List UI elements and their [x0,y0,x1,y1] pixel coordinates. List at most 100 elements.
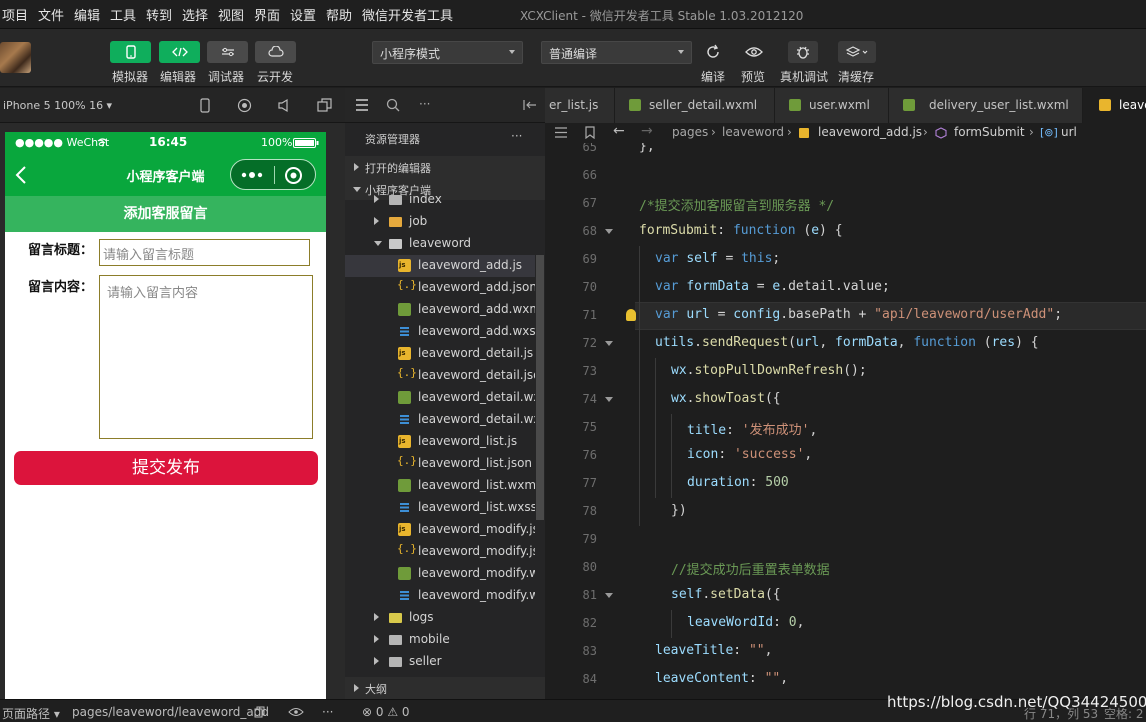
file-item[interactable]: leaveword_add.wxml [345,299,535,321]
open-editors-section[interactable]: 打开的编辑器 [345,156,545,178]
file-item[interactable]: leaveword_list.js [345,431,535,453]
phone-rotate-icon[interactable] [200,98,210,113]
more-icon[interactable]: ··· [419,97,430,111]
code-line[interactable]: wx.stopPullDownRefresh(); [671,363,867,378]
tab-seller-list-js[interactable]: er_list.js [545,88,615,123]
file-item[interactable]: leaveword_list.wxss [345,497,535,519]
preview-button[interactable] [739,41,769,63]
folder-item[interactable]: job [345,211,535,233]
explorer-scrollbar[interactable] [536,255,544,520]
code-line[interactable]: icon: 'success', [687,447,812,462]
lightbulb-icon[interactable] [626,309,636,321]
file-item[interactable]: leaveword_modify.js [345,519,535,541]
remote-debug-button[interactable] [788,41,818,63]
clear-cache-button[interactable] [838,41,876,63]
fold-chevron-icon[interactable] [605,229,613,234]
compile-button[interactable] [698,41,728,63]
code-line[interactable]: wx.showToast({ [671,391,781,406]
folder-item[interactable]: seller [345,651,535,673]
menu-interface[interactable]: 界面 [254,5,280,24]
file-item[interactable]: {.} leaveword_add.json [345,277,535,299]
explorer-more-icon[interactable]: ··· [511,129,522,143]
compile-mode-select[interactable]: 普通编译 [541,41,692,64]
code-line[interactable]: self.setData({ [671,587,781,602]
code-line[interactable]: var formData = e.detail.value; [655,279,890,294]
avatar[interactable] [0,42,31,73]
tab-user-wxml[interactable]: user.wxml [775,88,889,123]
file-item[interactable]: leaveword_detail.wx... [345,387,535,409]
eye-icon[interactable] [288,707,304,717]
code-line[interactable]: title: '发布成功', [687,419,817,438]
menu-wechat-devtools[interactable]: 微信开发者工具 [362,5,453,24]
file-item[interactable]: leaveword_detail.wxss [345,409,535,431]
code-line[interactable]: }) [671,503,687,518]
tab-delivery-user-list-wxml[interactable]: delivery_user_list.wxml [889,88,1083,123]
breadcrumb-pages[interactable]: pages [672,125,708,139]
folder-item[interactable]: leaveword [345,233,535,255]
file-item[interactable]: {.}leaveword_detail.json [345,365,535,387]
file-item[interactable]: leaveword_add.wxss [345,321,535,343]
code-line[interactable]: leaveTitle: "", [655,643,772,658]
file-item[interactable]: leaveword_detail.js [345,343,535,365]
window-detach-icon[interactable] [317,98,332,112]
file-item[interactable]: leaveword_modify.w... [345,563,535,585]
file-item[interactable]: leaveword_list.wxml [345,475,535,497]
tab-seller-detail-wxml[interactable]: seller_detail.wxml [615,88,775,123]
menu-goto[interactable]: 转到 [146,5,172,24]
code-line[interactable]: //提交成功后重置表单数据 [671,559,830,578]
code-line[interactable]: leaveWordId: 0, [687,615,804,630]
mode-select[interactable]: 小程序模式 [372,41,523,64]
editor-toggle-button[interactable] [159,41,200,63]
files-icon[interactable] [355,99,369,111]
simulator-toggle-button[interactable] [110,41,151,63]
menu-project[interactable]: 项目 [2,5,28,24]
cloud-dev-toggle-button[interactable] [255,41,296,63]
list-icon[interactable] [554,127,568,138]
code-line[interactable]: var self = this; [655,251,780,266]
fold-chevron-icon[interactable] [605,397,613,402]
more-icon[interactable]: ··· [322,705,333,719]
content-textarea[interactable]: 请输入留言内容 [99,275,313,439]
folder-item[interactable]: index [345,189,535,211]
forward-arrow-icon[interactable]: → [641,123,653,139]
problems-count[interactable]: ⊗ 0 ⚠ 0 [362,705,410,719]
menu-settings[interactable]: 设置 [290,5,316,24]
menu-tools[interactable]: 工具 [110,5,136,24]
debugger-toggle-button[interactable] [207,41,248,63]
record-icon[interactable] [237,98,252,113]
bookmark-icon[interactable] [585,126,595,139]
fold-chevron-icon[interactable] [605,593,613,598]
page-path-label[interactable]: 页面路径 ▾ [2,705,60,722]
folder-item[interactable]: mobile [345,629,535,651]
search-icon[interactable] [386,98,400,112]
fold-chevron-icon[interactable] [605,341,613,346]
code-line[interactable]: formSubmit: function (e) { [639,223,843,238]
code-line[interactable]: leaveContent: "", [655,671,788,686]
file-item[interactable]: leaveword_add.js [345,255,535,277]
breadcrumb-leaveword[interactable]: leaveword [722,125,784,139]
more-dots-icon[interactable] [240,171,264,179]
close-target-icon[interactable] [284,166,303,185]
code-line[interactable]: }, [639,143,655,154]
collapse-editor-icon[interactable] [523,99,537,111]
file-item[interactable]: {.} leaveword_list.json [345,453,535,475]
submit-button[interactable]: 提交发布 [14,451,318,485]
title-input[interactable]: 请输入留言标题 [99,239,310,266]
breadcrumb-variable[interactable]: url [1061,125,1077,139]
breadcrumb-file[interactable]: leaveword_add.js [818,125,922,139]
device-select[interactable]: iPhone 5 100% 16 ▾ [3,99,112,112]
code-line[interactable]: utils.sendRequest(url, formData, functio… [655,335,1039,350]
menu-select[interactable]: 选择 [182,5,208,24]
menu-view[interactable]: 视图 [218,5,244,24]
menu-help[interactable]: 帮助 [326,5,352,24]
code-editor[interactable]: 65}, 66 67 /*提交添加客服留言到服务器 */ 68 formSubmit: f… [545,143,1146,699]
outline-section[interactable]: 大纲 [345,677,545,699]
copy-icon[interactable] [254,706,265,718]
code-line[interactable]: duration: 500 [687,475,789,490]
back-arrow-icon[interactable]: ← [613,123,625,139]
code-line[interactable]: /*提交添加客服留言到服务器 */ [639,195,834,214]
volume-icon[interactable] [277,98,291,113]
menu-edit[interactable]: 编辑 [74,5,100,24]
folder-item[interactable]: logs [345,607,535,629]
menu-file[interactable]: 文件 [38,5,64,24]
